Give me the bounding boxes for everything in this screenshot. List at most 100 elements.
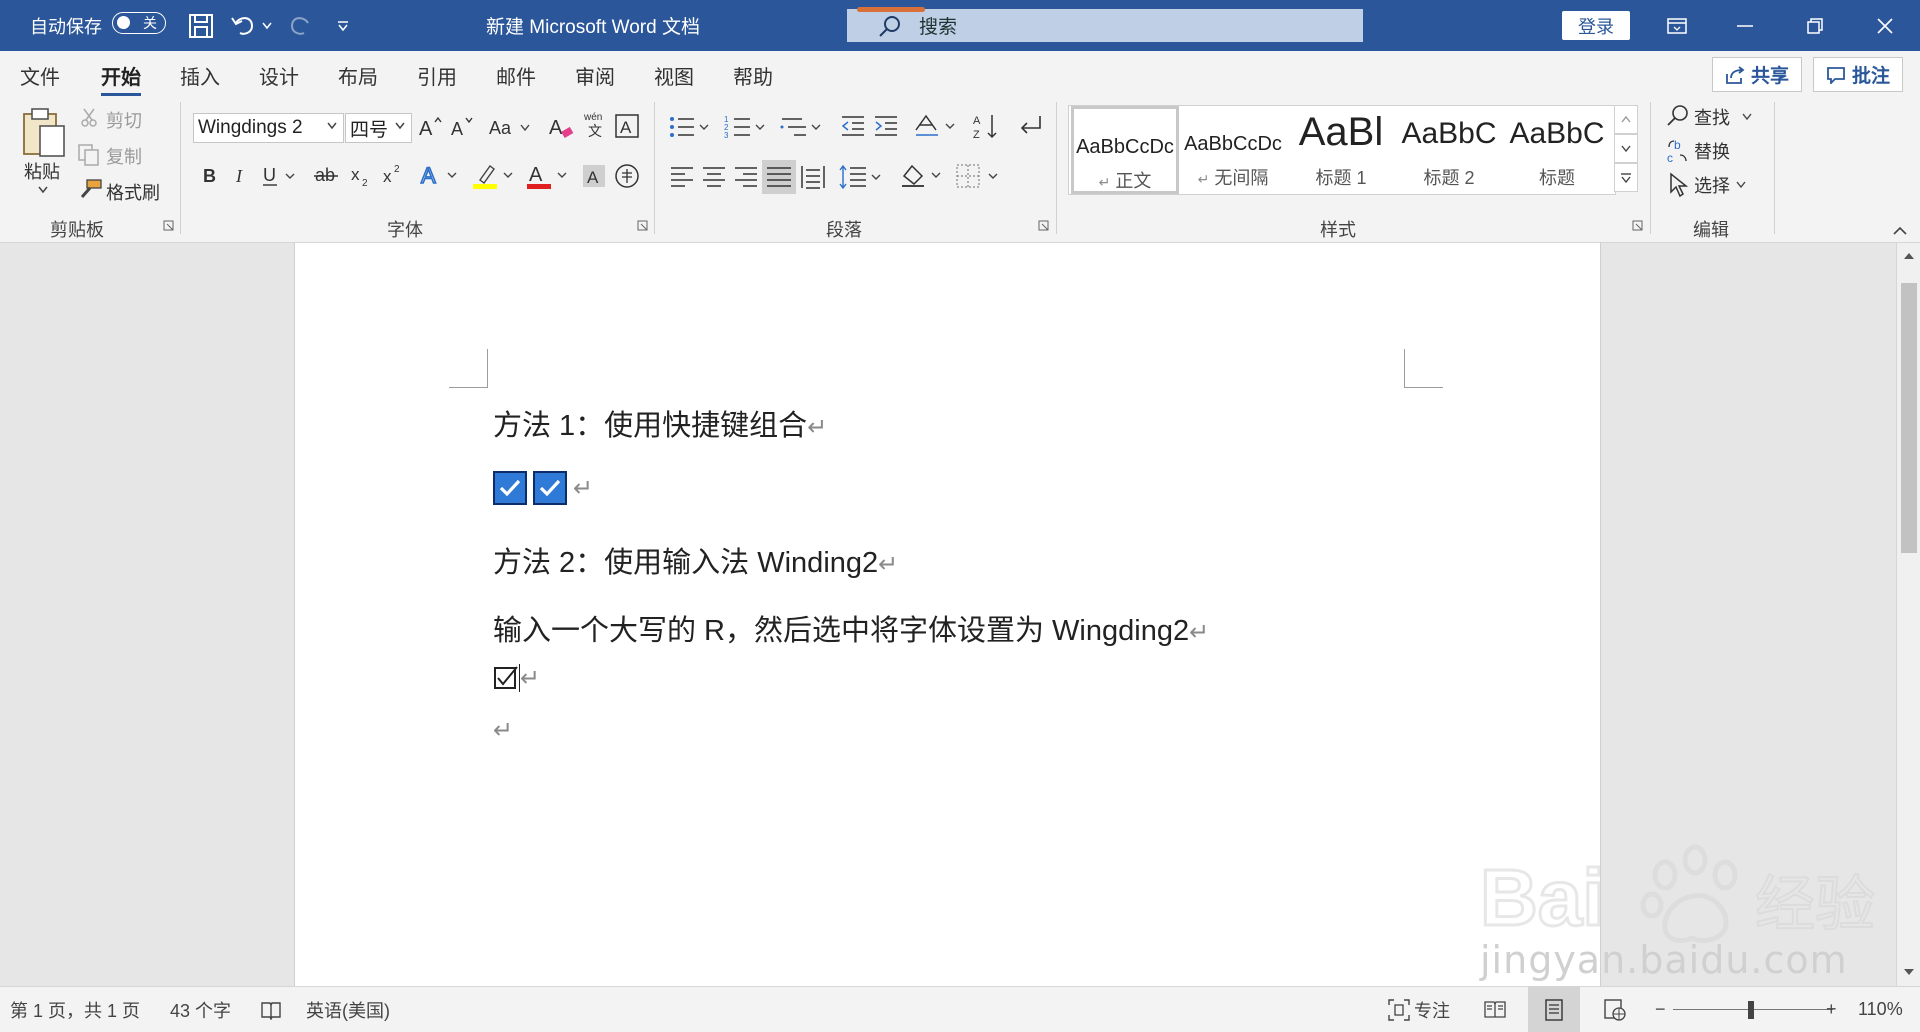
- collapse-ribbon-icon[interactable]: [1892, 226, 1908, 236]
- styles-scroll-up-button[interactable]: [1614, 105, 1638, 134]
- bold-button[interactable]: B: [202, 164, 220, 186]
- shrink-font-icon[interactable]: A: [450, 115, 476, 139]
- underline-button[interactable]: U: [262, 164, 298, 188]
- save-icon[interactable]: [188, 0, 214, 51]
- undo-icon[interactable]: [230, 0, 258, 51]
- restore-icon[interactable]: [1786, 0, 1844, 51]
- character-border-icon[interactable]: A: [614, 113, 640, 139]
- align-right-icon[interactable]: [734, 166, 758, 188]
- text-effects-icon[interactable]: A: [420, 162, 462, 188]
- proofing-icon[interactable]: [260, 987, 282, 1032]
- scroll-up-icon[interactable]: [1901, 251, 1917, 261]
- style-heading-1[interactable]: AaBl 标题 1: [1287, 106, 1395, 194]
- scroll-thumb[interactable]: [1901, 283, 1917, 553]
- show-paragraph-marks-icon[interactable]: [1016, 112, 1044, 140]
- find-button[interactable]: 查找: [1694, 104, 1752, 130]
- line-spacing-icon[interactable]: [838, 164, 884, 190]
- justify-icon[interactable]: [762, 160, 796, 194]
- align-center-icon[interactable]: [702, 166, 726, 188]
- focus-button[interactable]: 专注: [1388, 987, 1450, 1032]
- redo-icon[interactable]: [286, 0, 314, 51]
- zoom-level[interactable]: 110%: [1858, 987, 1903, 1032]
- vertical-scrollbar[interactable]: [1896, 243, 1920, 986]
- italic-button[interactable]: I: [232, 164, 250, 186]
- paragraph-method-1[interactable]: 方法 1：使用快捷键组合↵: [493, 402, 827, 444]
- replace-button[interactable]: 替换: [1694, 138, 1730, 164]
- change-case-icon[interactable]: Aa: [488, 115, 534, 139]
- font-color-icon[interactable]: A: [526, 162, 570, 190]
- share-button[interactable]: 共享: [1712, 57, 1803, 92]
- ribbon-display-options-icon[interactable]: [1648, 0, 1706, 51]
- numbering-icon[interactable]: 123: [724, 113, 768, 141]
- scroll-down-icon[interactable]: [1901, 967, 1917, 977]
- tab-references[interactable]: 引用: [417, 61, 457, 90]
- subscript-button[interactable]: x2: [350, 164, 372, 188]
- paste-icon[interactable]: [20, 106, 68, 158]
- select-button[interactable]: 选择: [1694, 172, 1746, 198]
- grow-font-icon[interactable]: A: [418, 115, 444, 139]
- close-icon[interactable]: [1856, 0, 1914, 51]
- tab-insert[interactable]: 插入: [180, 61, 220, 90]
- tab-view[interactable]: 视图: [654, 61, 694, 90]
- multilevel-list-icon[interactable]: [780, 113, 824, 141]
- styles-scroll-down-button[interactable]: [1614, 134, 1638, 163]
- copy-button[interactable]: 复制: [106, 143, 142, 169]
- font-launcher-icon[interactable]: [637, 220, 648, 231]
- decrease-indent-icon[interactable]: [840, 114, 866, 138]
- tab-file[interactable]: 文件: [20, 61, 60, 90]
- login-button[interactable]: 登录: [1562, 11, 1630, 40]
- font-size-dropdown[interactable]: 四号: [345, 113, 412, 143]
- paragraph-launcher-icon[interactable]: [1038, 220, 1049, 231]
- tab-review[interactable]: 审阅: [575, 61, 615, 90]
- paste-dropdown-icon[interactable]: [38, 186, 48, 194]
- styles-launcher-icon[interactable]: [1632, 220, 1643, 231]
- search-box[interactable]: 搜索: [847, 7, 1363, 42]
- superscript-button[interactable]: x2: [382, 162, 404, 186]
- borders-icon[interactable]: [955, 163, 1001, 189]
- styles-more-button[interactable]: [1614, 163, 1638, 192]
- zoom-slider-thumb[interactable]: [1748, 1001, 1754, 1019]
- paragraph-method-2[interactable]: 方法 2：使用输入法 Winding2↵: [493, 539, 898, 581]
- clipboard-launcher-icon[interactable]: [163, 220, 174, 231]
- read-mode-icon[interactable]: [1484, 987, 1506, 1032]
- style-normal[interactable]: AaBbCcDc ↵ 正文: [1071, 106, 1179, 194]
- character-shading-icon[interactable]: A: [582, 164, 606, 188]
- sort-icon[interactable]: AZ: [972, 112, 1000, 140]
- tab-design[interactable]: 设计: [259, 61, 299, 90]
- style-no-spacing[interactable]: AaBbCcDc ↵ 无间隔: [1179, 106, 1287, 194]
- bullets-icon[interactable]: [668, 113, 712, 141]
- paste-button[interactable]: 粘贴: [24, 158, 60, 184]
- style-heading-2[interactable]: AaBbC 标题 2: [1395, 106, 1503, 194]
- phonetic-guide-icon[interactable]: wén 文: [582, 110, 608, 140]
- customize-toolbar-icon[interactable]: [336, 0, 350, 51]
- print-layout-icon[interactable]: [1528, 987, 1580, 1032]
- page-info[interactable]: 第 1 页，共 1 页: [10, 987, 140, 1032]
- minimize-icon[interactable]: [1716, 0, 1774, 51]
- chinese-layout-icon[interactable]: [914, 112, 958, 140]
- tab-help[interactable]: 帮助: [733, 61, 773, 90]
- distributed-icon[interactable]: [800, 164, 826, 190]
- undo-dropdown-icon[interactable]: [262, 0, 272, 51]
- font-name-dropdown[interactable]: Wingdings 2: [193, 113, 344, 143]
- paragraph-wingding-checkbox[interactable]: ↵: [493, 661, 540, 694]
- comments-button[interactable]: 批注: [1813, 57, 1904, 92]
- paragraph-instructions[interactable]: 输入一个大写的 R，然后选中将字体设置为 Wingding2↵: [493, 607, 1209, 649]
- tab-home[interactable]: 开始: [101, 61, 141, 96]
- highlight-color-icon[interactable]: [472, 162, 516, 190]
- tab-layout[interactable]: 布局: [338, 61, 378, 90]
- strikethrough-button[interactable]: ab: [314, 164, 340, 186]
- autosave-toggle[interactable]: 关: [112, 12, 166, 34]
- style-title[interactable]: AaBbC 标题: [1503, 106, 1611, 194]
- web-layout-icon[interactable]: [1604, 987, 1626, 1032]
- increase-indent-icon[interactable]: [873, 114, 899, 138]
- shading-icon[interactable]: [900, 162, 946, 190]
- document-page[interactable]: 方法 1：使用快捷键组合↵ ↵ 方法 2：使用输入法 Winding2↵ 输入一…: [294, 243, 1601, 986]
- clear-formatting-icon[interactable]: A: [548, 113, 574, 141]
- enclose-characters-icon[interactable]: [614, 163, 640, 189]
- format-painter-button[interactable]: 格式刷: [106, 179, 160, 205]
- language-indicator[interactable]: 英语(美国): [306, 987, 390, 1032]
- paragraph-empty[interactable]: ↵: [493, 713, 513, 746]
- paragraph-checkboxes[interactable]: ↵: [493, 471, 593, 506]
- tab-mailings[interactable]: 邮件: [496, 61, 536, 90]
- zoom-in-button[interactable]: +: [1826, 987, 1837, 1032]
